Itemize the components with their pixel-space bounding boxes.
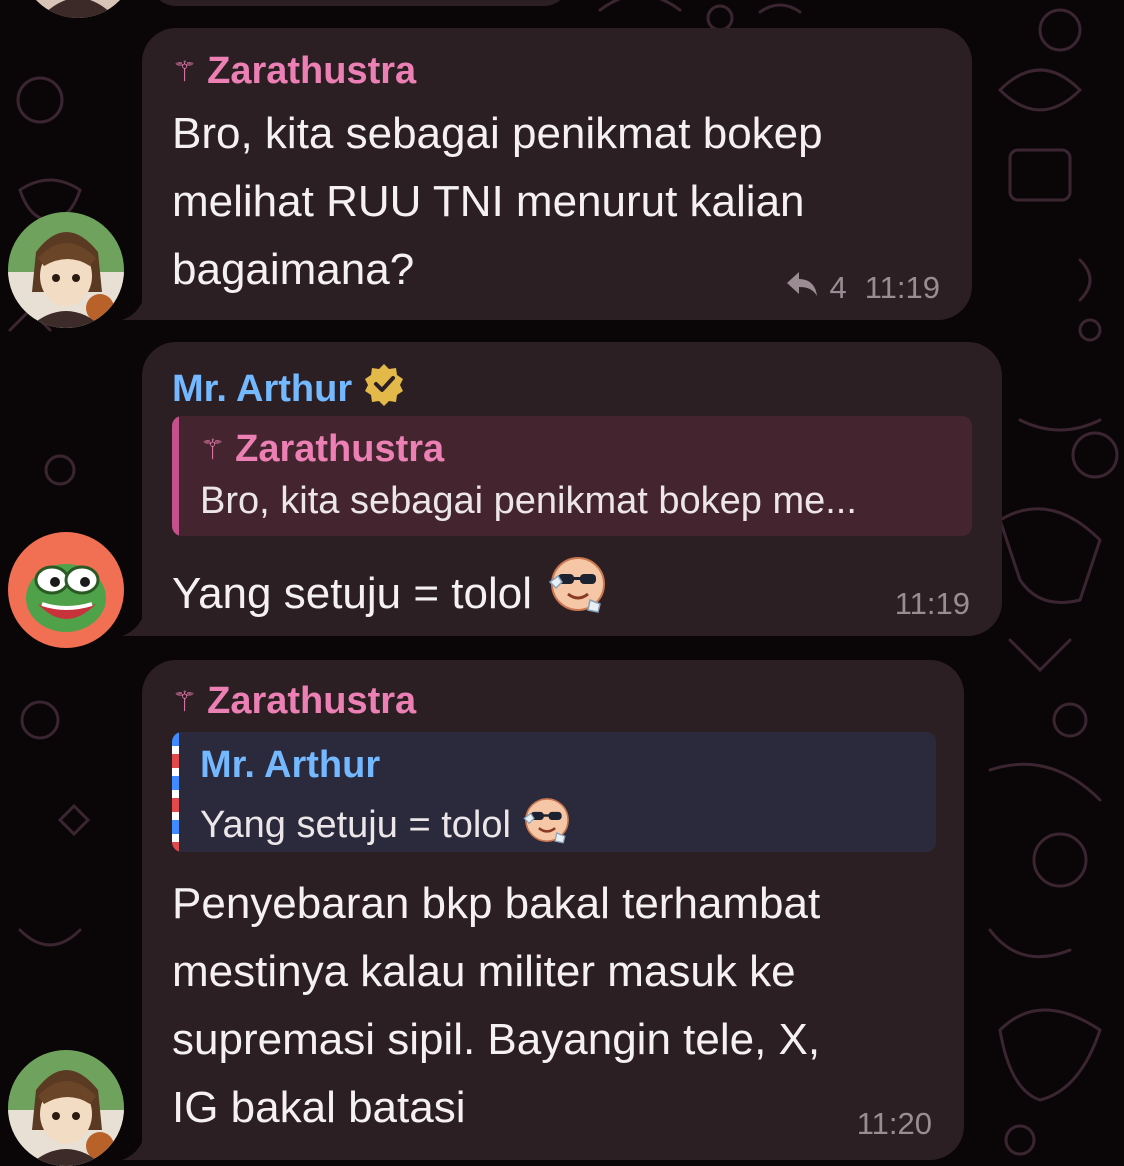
reply-quote[interactable]: Mr. Arthur Yang setuju = tolol	[172, 732, 936, 852]
verified-badge-icon	[362, 362, 406, 416]
sender-name[interactable]: Mr. Arthur	[172, 362, 406, 416]
message-time: 11:19	[894, 586, 970, 621]
message-time: 11:19	[864, 270, 940, 305]
message-line: mestinya kalau militer masuk ke	[172, 947, 796, 996]
bubble-tail	[122, 1132, 162, 1160]
quote-sender-label: Mr. Arthur	[200, 744, 381, 786]
quote-bar	[172, 416, 179, 536]
reply-quote[interactable]: ⚚ Zarathustra Bro, kita sebagai penikmat…	[172, 416, 972, 536]
message-meta: 4 11:19	[785, 270, 940, 306]
sender-name[interactable]: ⚚ Zarathustra	[172, 50, 416, 93]
bubble-tail	[122, 292, 162, 320]
message-bubble[interactable]: ⚚ Zarathustra Mr. Arthur Yang setuju = t…	[142, 660, 964, 1160]
message-line: Yang setuju = tolol	[172, 569, 532, 618]
message-line: melihat RUU TNI menurut kalian	[172, 177, 805, 226]
message-time: 11:20	[856, 1106, 932, 1141]
message-meta: 11:20	[857, 1106, 932, 1142]
message-text: Yang setuju = tolol	[172, 552, 610, 636]
message-line: Penyebaran bkp bakal terhambat	[172, 879, 821, 928]
quote-sender: Mr. Arthur	[200, 744, 380, 787]
sender-name[interactable]: ⚚ Zarathustra	[172, 680, 416, 723]
avatar-zarathustra[interactable]	[8, 212, 124, 328]
sender-name-label: Zarathustra	[207, 50, 417, 92]
sender-name-label: Mr. Arthur	[172, 367, 353, 410]
reply-count[interactable]: 4	[829, 270, 846, 306]
bubble-tail	[122, 608, 162, 636]
message-line: bagaimana?	[172, 245, 415, 294]
message-bubble[interactable]: Mr. Arthur ⚚ Zarathustra Bro, kita sebag…	[142, 342, 1002, 636]
message-text: Bro, kita sebagai penikmat bokep melihat…	[172, 100, 823, 304]
message-bubble[interactable]: ⚚ Zarathustra Bro, kita sebagai penikmat…	[142, 28, 972, 320]
previous-bubble-edge	[150, 0, 570, 6]
message-text: Penyebaran bkp bakal terhambat mestinya …	[172, 870, 820, 1142]
quote-text: Bro, kita sebagai penikmat bokep me...	[200, 480, 857, 522]
quote-sender: ⚚ Zarathustra	[200, 428, 444, 471]
quote-text-label: Yang setuju = tolol	[200, 803, 511, 846]
quote-text: Yang setuju = tolol	[200, 794, 573, 852]
quote-sender-label: Zarathustra	[235, 428, 445, 470]
quote-bar	[172, 732, 179, 852]
caduceus-icon: ⚚	[172, 56, 198, 87]
message-line: Bro, kita sebagai penikmat bokep	[172, 109, 823, 158]
cool-sunglasses-emoji	[546, 552, 610, 636]
message-line: IG bakal batasi	[172, 1083, 466, 1132]
caduceus-icon: ⚚	[172, 686, 198, 717]
sender-name-label: Zarathustra	[207, 680, 417, 722]
message-meta: 11:19	[895, 586, 970, 622]
caduceus-icon: ⚚	[200, 434, 226, 465]
reply-icon[interactable]	[785, 270, 819, 306]
message-line: supremasi sipil. Bayangin tele, X,	[172, 1015, 821, 1064]
avatar-zarathustra[interactable]	[8, 1050, 124, 1166]
cool-sunglasses-emoji	[521, 794, 573, 852]
avatar-mr-arthur[interactable]	[8, 532, 124, 648]
